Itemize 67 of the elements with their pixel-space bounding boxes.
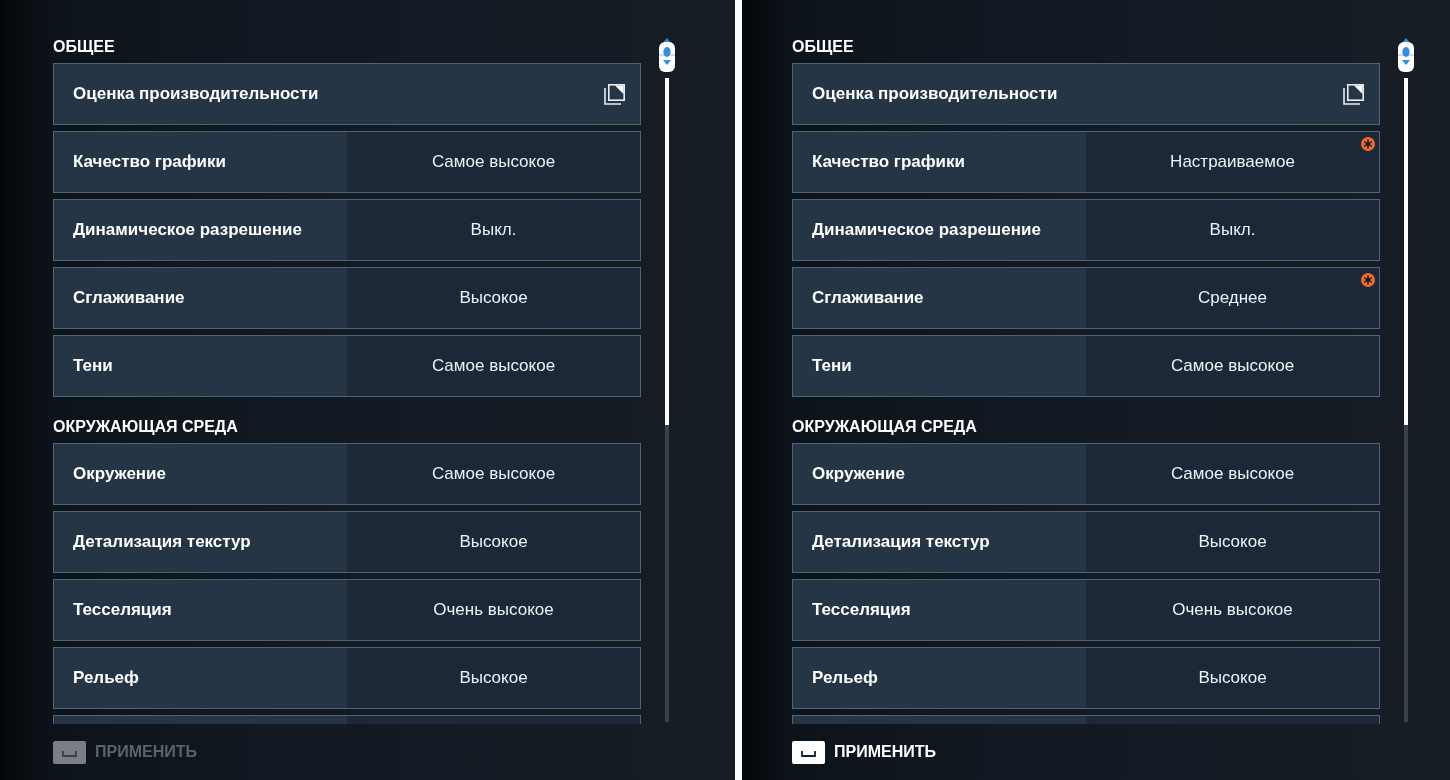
mouse-icon [658, 38, 676, 72]
section-heading: ОКРУЖАЮЩАЯ СРЕДА [53, 417, 238, 437]
scrollbar-thumb[interactable] [1404, 78, 1408, 425]
setting-label: Динамическое разрешение [73, 219, 302, 242]
option-selector[interactable]: Самое высокое [1086, 444, 1379, 504]
option-selector[interactable]: Высокое [1086, 512, 1379, 572]
overlapping-squares-icon [1343, 83, 1365, 105]
section-heading: ОБЩЕЕ [792, 37, 854, 57]
settings-row[interactable]: Тесселяция Очень высокое [792, 579, 1380, 641]
settings-row[interactable]: Динамическое разрешение Выкл. [53, 199, 641, 261]
settings-row[interactable]: Качество графики Самое высокое [53, 131, 641, 193]
option-selector[interactable]: Самое высокое [347, 336, 640, 396]
setting-label: Детализация текстур [812, 531, 990, 554]
settings-row[interactable]: Оценка производительности [53, 63, 641, 125]
option-selector[interactable]: Выкл. [347, 200, 640, 260]
option-selector[interactable]: Выкл. [1086, 200, 1379, 260]
mouse-icon [1397, 38, 1415, 72]
settings-row[interactable]: Окружение Самое высокое [792, 443, 1380, 505]
option-selector[interactable]: Высокое [1086, 648, 1379, 708]
option-selector[interactable]: Высокое [347, 512, 640, 572]
setting-label: Рельеф [73, 667, 139, 690]
option-selector[interactable]: Высокое [347, 648, 640, 708]
setting-label: Сглаживание [73, 287, 185, 310]
settings-row[interactable]: Тени Самое высокое [792, 335, 1380, 397]
setting-label: Оценка производительности [812, 83, 1058, 106]
option-selector[interactable]: Самое высокое [347, 444, 640, 504]
settings-row[interactable]: Тесселяция Очень высокое [53, 579, 641, 641]
setting-label: Окружение [73, 463, 166, 486]
scrollbar-track[interactable] [1404, 78, 1408, 722]
option-selector[interactable]: Настраиваемое [1086, 132, 1379, 192]
setting-label: Детализация текстур [73, 531, 251, 554]
setting-label: Рельеф [812, 667, 878, 690]
setting-label: Тени [812, 355, 852, 378]
settings-row[interactable]: Окружение Самое высокое [53, 443, 641, 505]
settings-row[interactable]: Детализация текстур Высокое [792, 511, 1380, 573]
setting-label: Окружение [812, 463, 905, 486]
option-selector[interactable]: Среднее [1086, 268, 1379, 328]
setting-label: Оценка производительности [73, 83, 319, 106]
settings-row[interactable]: Рельеф Высокое [792, 647, 1380, 709]
section-heading: ОКРУЖАЮЩАЯ СРЕДА [792, 417, 977, 437]
settings-row[interactable]: Качество графики Настраиваемое [792, 131, 1380, 193]
overlapping-squares-icon [604, 83, 626, 105]
settings-row[interactable]: Сглаживание Среднее [792, 267, 1380, 329]
setting-label: Тесселяция [812, 599, 911, 622]
settings-row[interactable]: Сглаживание Высокое [53, 267, 641, 329]
option-selector[interactable]: Высокое [347, 268, 640, 328]
apply-button[interactable]: ПРИМЕНИТЬ [792, 740, 936, 764]
option-selector[interactable]: Самое высокое [347, 132, 640, 192]
setting-label: Динамическое разрешение [812, 219, 1041, 242]
option-selector[interactable]: Самое высокое [1086, 336, 1379, 396]
settings-row[interactable]: Тени Самое высокое [53, 335, 641, 397]
setting-label: Качество графики [812, 151, 966, 174]
section-heading: ОБЩЕЕ [53, 37, 115, 57]
setting-label: Тесселяция [73, 599, 172, 622]
option-selector[interactable]: Очень высокое [347, 580, 640, 640]
settings-row[interactable]: Рельеф Высокое [53, 647, 641, 709]
setting-label: Качество графики [73, 151, 227, 174]
settings-row[interactable]: Детализация текстур Высокое [53, 511, 641, 573]
scrollbar-track[interactable] [665, 78, 669, 722]
settings-row[interactable]: Динамическое разрешение Выкл. [792, 199, 1380, 261]
setting-label: Тени [73, 355, 113, 378]
space-key-icon [792, 740, 825, 764]
option-selector[interactable]: Очень высокое [1086, 580, 1379, 640]
scrollbar-thumb[interactable] [665, 78, 669, 425]
setting-label: Сглаживание [812, 287, 924, 310]
space-key-icon [53, 740, 86, 764]
settings-row[interactable]: Оценка производительности [792, 63, 1380, 125]
